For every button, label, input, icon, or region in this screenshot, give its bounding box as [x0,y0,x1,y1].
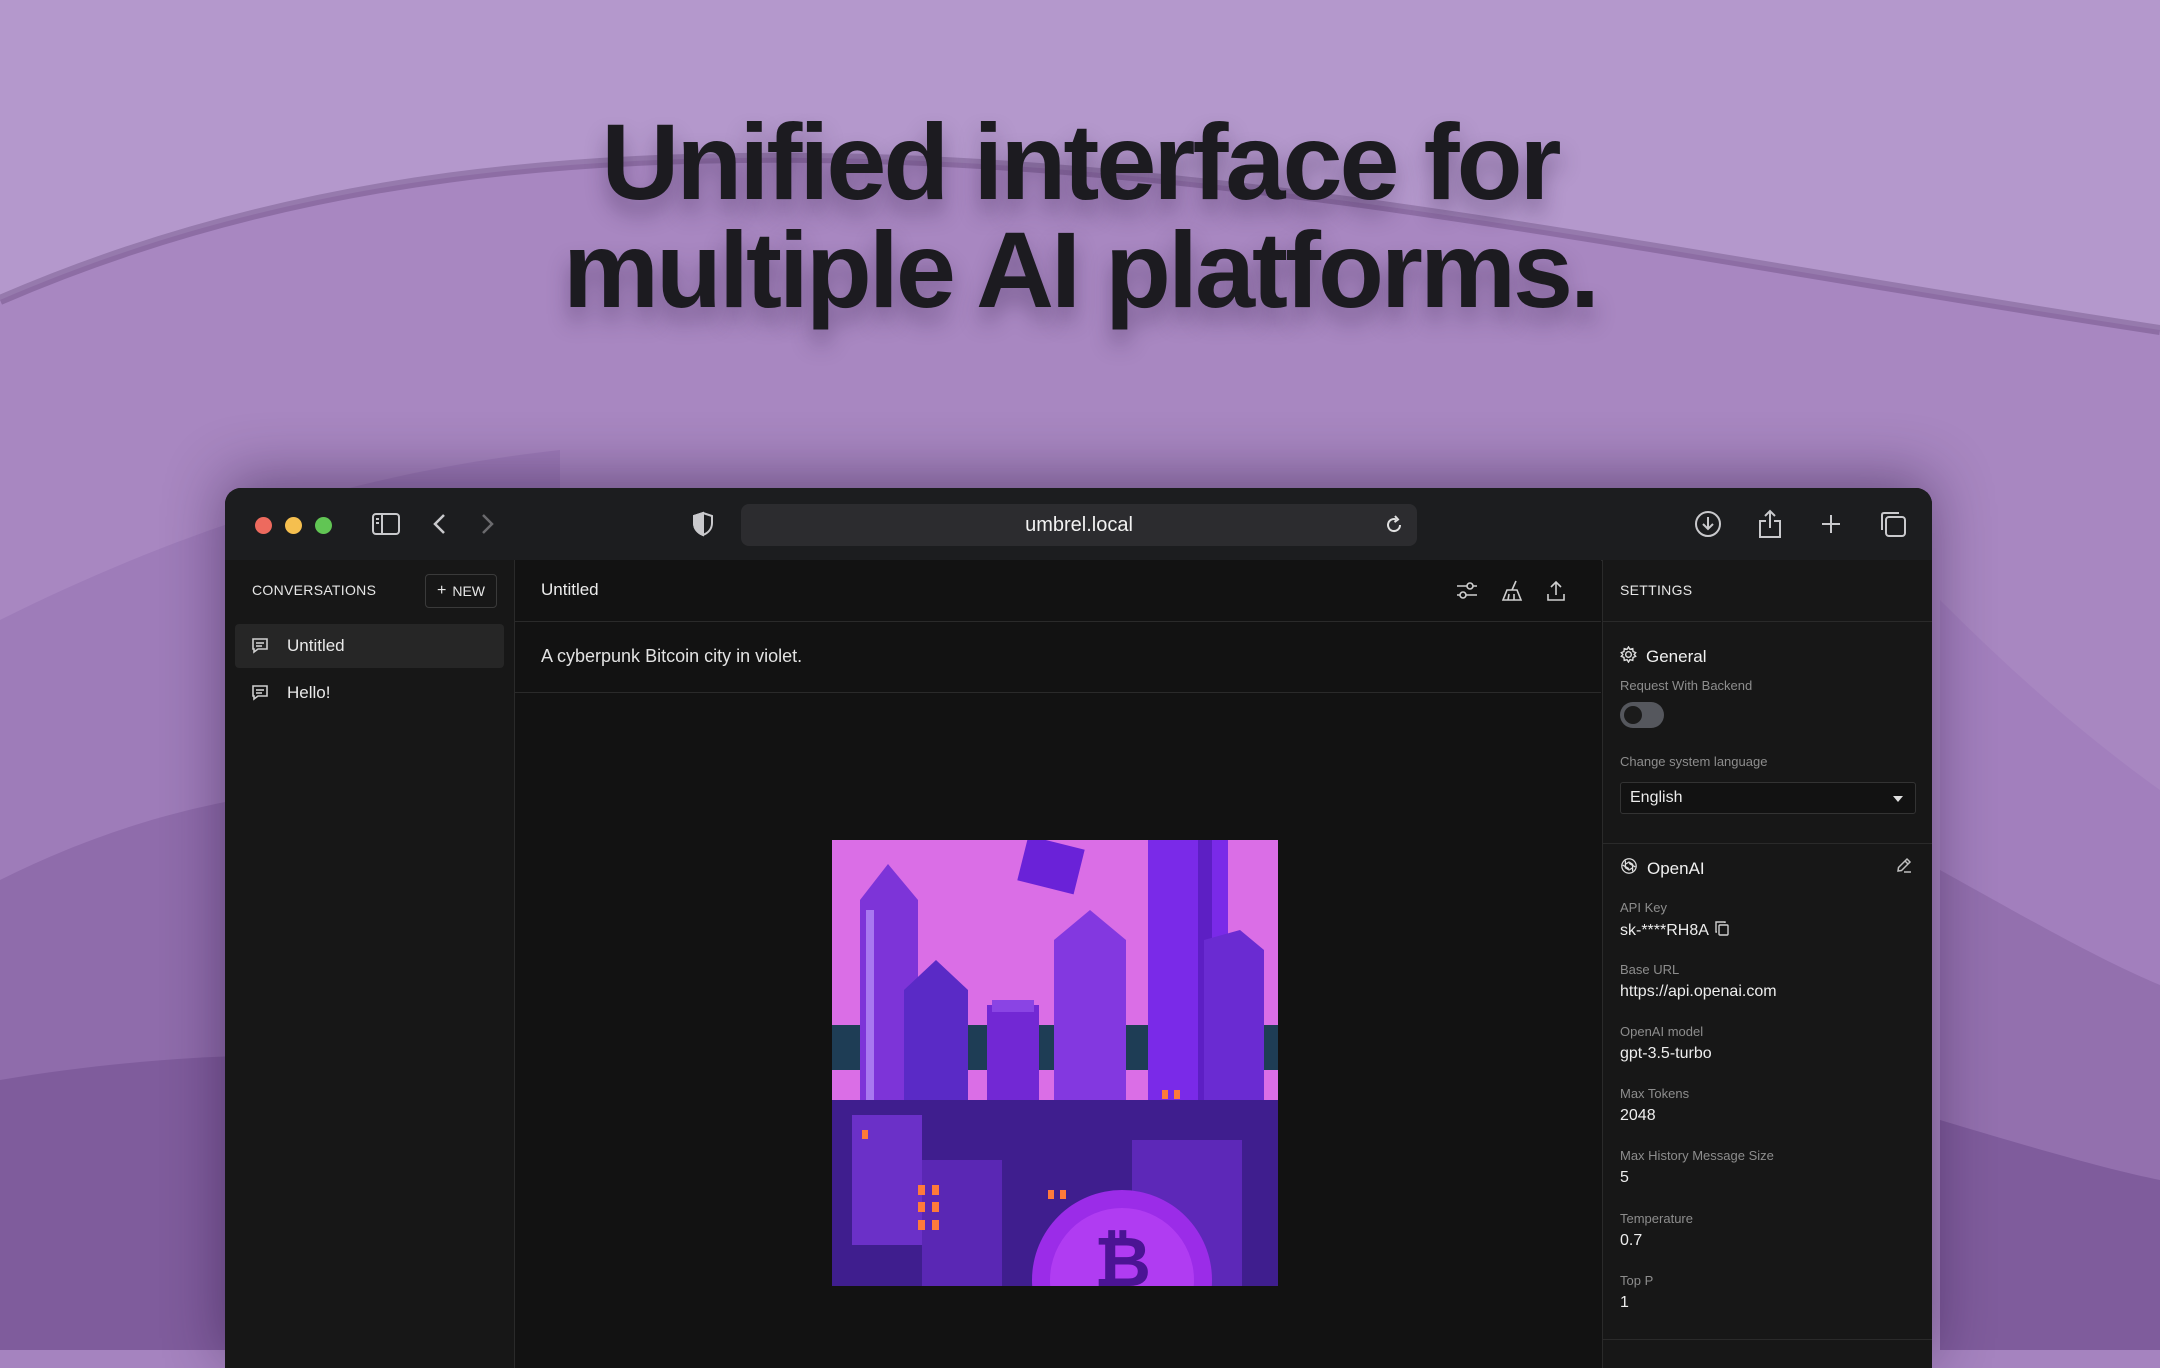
address-bar[interactable]: umbrel.local [741,504,1417,546]
headline-line-1: Unified interface for [601,101,1561,222]
conversation-label: Untitled [287,636,345,655]
chat-bubble-icon [251,682,273,704]
forward-icon[interactable] [472,508,504,540]
request-backend-toggle[interactable] [1620,702,1664,728]
new-button-label: NEW [452,583,485,599]
chat-header: Untitled [515,560,1601,622]
sidebar-toggle-icon[interactable] [370,508,402,540]
share-icon[interactable] [1754,508,1786,540]
language-value: English [1630,789,1683,806]
broom-icon[interactable] [1499,578,1525,604]
gear-icon [1620,645,1637,668]
chat-bubble-icon [251,635,273,657]
general-title-text: General [1646,647,1707,666]
hero-headline: Unified interface for multiple AI platfo… [0,108,2160,324]
conversation-item-untitled[interactable]: Untitled [235,624,504,668]
max-history-value: 5 [1620,1169,1629,1186]
sliders-icon[interactable] [1454,578,1480,604]
user-prompt-text: A cyberpunk Bitcoin city in violet. [541,646,803,666]
base-url-label: Base URL [1620,962,1680,977]
api-key-value: sk-****RH8A [1620,922,1709,939]
address-text: umbrel.local [1025,513,1133,536]
divider [1603,621,1932,622]
settings-panel: SETTINGS General Request With Backend Ch… [1602,560,1932,1368]
close-window-button[interactable] [255,517,272,534]
max-tokens-label: Max Tokens [1620,1086,1690,1101]
download-icon[interactable] [1692,508,1724,540]
openai-section-title: OpenAI [1620,857,1705,880]
chat-panel: Untitled A cyberpunk Bitcoin city in vio… [515,560,1601,1368]
openai-model-label: OpenAI model [1620,1024,1704,1039]
api-key-row: sk-****RH8A [1620,921,1729,941]
reload-icon[interactable] [1381,512,1407,538]
user-message: A cyberpunk Bitcoin city in violet. [515,622,1601,693]
conversations-sidebar: CONVERSATIONS + NEW Untitled Hello! [225,560,515,1368]
export-icon[interactable] [1543,578,1569,604]
browser-toolbar: umbrel.local [225,488,1932,561]
minimize-window-button[interactable] [285,517,302,534]
new-conversation-button[interactable]: + NEW [425,574,497,608]
back-icon[interactable] [423,508,455,540]
max-tokens-value: 2048 [1620,1107,1656,1124]
request-backend-label: Request With Backend [1620,678,1753,693]
zoom-window-button[interactable] [315,517,332,534]
temperature-value: 0.7 [1620,1232,1643,1249]
openai-title-text: OpenAI [1647,858,1705,878]
conversations-title: CONVERSATIONS [252,582,377,598]
language-label: Change system language [1620,754,1768,769]
openai-logo-icon [1620,857,1638,880]
top-p-label: Top P [1620,1273,1654,1288]
copy-icon[interactable] [1715,921,1729,941]
temperature-label: Temperature [1620,1211,1693,1226]
svg-text:₿: ₿ [1094,1221,1151,1286]
conversation-item-hello[interactable]: Hello! [235,671,504,715]
top-p-value: 1 [1620,1294,1629,1311]
generated-image: ₿ [832,840,1278,1286]
max-history-label: Max History Message Size [1620,1148,1774,1163]
api-key-label: API Key [1620,900,1667,915]
openai-model-value: gpt-3.5-turbo [1620,1045,1712,1062]
headline-line-2: multiple AI platforms. [562,209,1600,330]
plus-icon: + [436,582,447,599]
chat-title: Untitled [541,580,599,599]
tab-overview-icon[interactable] [1877,508,1909,540]
conversation-label: Hello! [287,683,331,702]
divider [1603,843,1932,844]
language-select[interactable]: English [1620,782,1916,814]
divider [1603,1339,1932,1340]
shield-icon[interactable] [687,508,719,540]
edit-pencil-icon[interactable] [1895,856,1913,879]
chevron-down-icon [1893,796,1903,802]
browser-window: umbrel.local CONVERSATIONS + NEW Untitle… [225,488,1932,1368]
toggle-knob [1624,706,1642,724]
base-url-value: https://api.openai.com [1620,983,1777,1000]
general-section-title: General [1620,645,1707,668]
new-tab-icon[interactable] [1815,508,1847,540]
settings-title: SETTINGS [1620,582,1693,598]
